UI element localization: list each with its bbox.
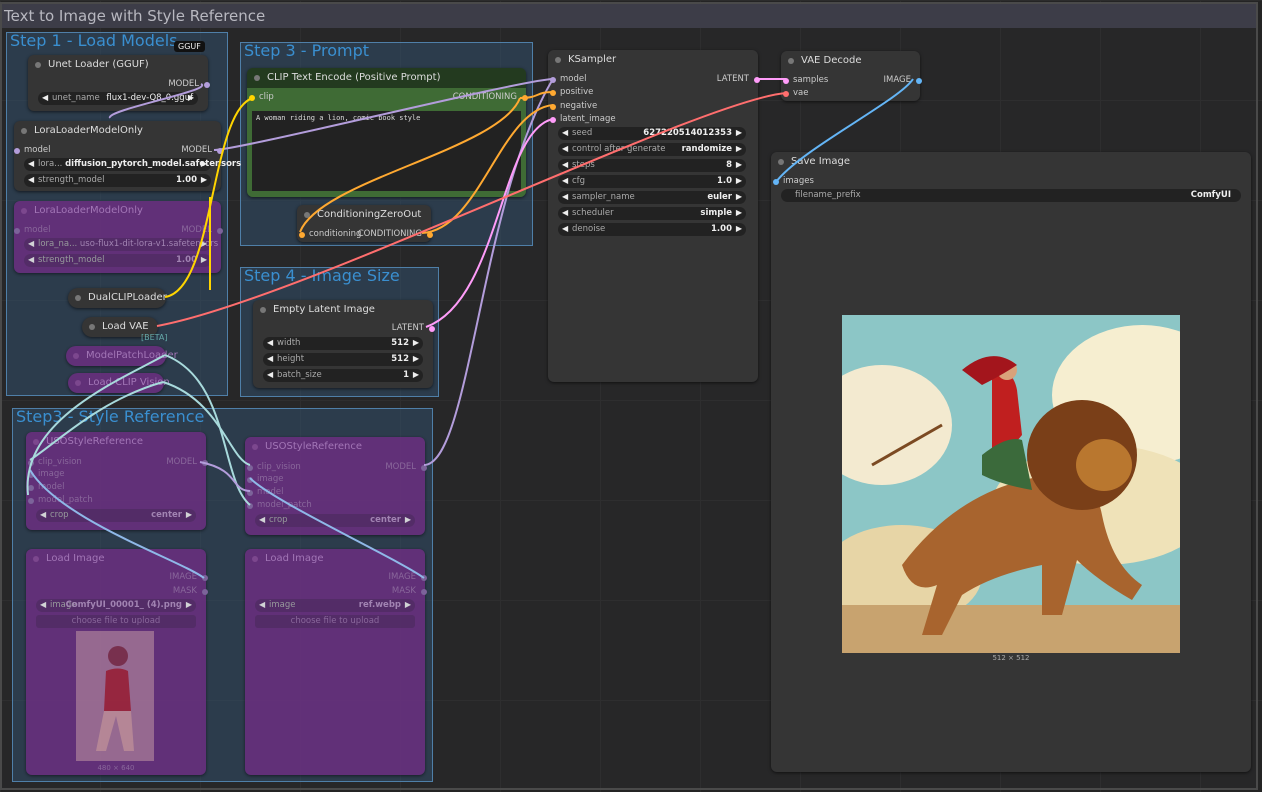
gguf-badge: GGUF	[174, 41, 205, 52]
input-negative[interactable]: negative	[550, 101, 597, 113]
group-step1-title: Step 1 - Load Models	[10, 31, 178, 50]
unet-name-widget[interactable]: ◀ unet_name flux1-dev-Q8_0.gguf ▶	[38, 92, 198, 105]
output-model[interactable]: MODEL	[385, 462, 427, 474]
output-conditioning[interactable]: CONDITIONING	[358, 229, 433, 241]
node-clip-text-encode[interactable]: CLIP Text Encode (Positive Prompt) clip …	[247, 68, 528, 197]
input-clip[interactable]: clip	[249, 92, 274, 104]
strength-model-widget[interactable]: ◀ strength_model 1.00 ▶	[24, 254, 211, 267]
output-mask[interactable]: MASK	[173, 586, 208, 598]
width-widget[interactable]: ◀ width 512 ▶	[263, 337, 423, 350]
choose-file-button[interactable]: choose file to upload	[36, 615, 196, 628]
node-dual-clip-loader[interactable]: DualCLIPLoader	[68, 288, 167, 308]
input-images[interactable]: images	[773, 176, 814, 188]
height-widget[interactable]: ◀ height 512 ▶	[263, 353, 423, 366]
input-model[interactable]: model	[14, 145, 50, 157]
choose-file-button[interactable]: choose file to upload	[255, 615, 415, 628]
node-load-image-1[interactable]: Load Image IMAGE MASK ◀ image ComfyUI_0000…	[26, 549, 208, 775]
input-image[interactable]: image	[28, 469, 64, 481]
node-title[interactable]: Unet Loader (GGUF)	[28, 55, 208, 75]
lora-name-widget[interactable]: ◀ lora... diffusion_pytorch_model.safeten…	[24, 158, 241, 171]
input-model-patch[interactable]: model_patch	[247, 500, 312, 512]
input-vae[interactable]: vae	[783, 88, 808, 100]
control-after-generate-widget[interactable]: ◀ control after generate randomize ▶	[558, 143, 746, 156]
output-model[interactable]: MODEL	[181, 225, 223, 237]
output-model[interactable]: MODEL	[181, 145, 223, 157]
image-size-caption: 480 × 640	[97, 764, 135, 772]
output-image[interactable]: IMAGE	[170, 572, 208, 584]
denoise-widget[interactable]: ◀ denoise 1.00 ▶	[558, 223, 746, 236]
output-model[interactable]: MODEL	[168, 79, 210, 91]
group-step3-prompt-title: Step 3 - Prompt	[244, 41, 370, 60]
woman-portrait-thumbnail	[76, 631, 154, 761]
lion-rider-illustration	[842, 315, 1180, 653]
image-select-widget[interactable]: ◀ image ComfyUI_00001_ (4).png ▶	[36, 599, 196, 612]
filename-prefix-widget[interactable]: filename_prefix ComfyUI	[781, 189, 1241, 202]
output-image[interactable]: IMAGE	[884, 75, 922, 87]
node-model-patch-loader[interactable]: ModelPatchLoader	[66, 346, 178, 366]
group-step3-style-title: Step3 - Style Reference	[16, 407, 205, 426]
seed-widget[interactable]: ◀ seed 627220514012353 ▶	[558, 127, 746, 140]
node-uso-style-reference-1[interactable]: USOStyleReference clip_vision MODEL imag…	[26, 432, 208, 530]
input-model[interactable]: model	[28, 482, 64, 494]
steps-widget[interactable]: ◀ steps 8 ▶	[558, 159, 746, 172]
prompt-textarea[interactable]: A woman riding a lion, comic book style	[252, 111, 521, 191]
input-conditioning[interactable]: conditioning	[299, 229, 361, 241]
node-load-image-2[interactable]: Load Image IMAGE MASK ◀ image ref.webp ▶ ch…	[245, 549, 427, 775]
strength-model-widget[interactable]: ◀ strength_model 1.00 ▶	[24, 174, 211, 187]
group-step4-title: Step 4 - Image Size	[244, 266, 400, 285]
scheduler-widget[interactable]: ◀ scheduler simple ▶	[558, 207, 746, 220]
slot-dot	[204, 82, 210, 88]
output-conditioning[interactable]: CONDITIONING	[453, 92, 528, 104]
beta-tag: [BETA]	[141, 333, 168, 342]
node-uso-style-reference-2[interactable]: USOStyleReference clip_vision MODEL imag…	[245, 437, 427, 535]
output-image[interactable]: IMAGE	[389, 572, 427, 584]
collapse-dot[interactable]	[35, 62, 41, 68]
output-latent[interactable]: LATENT	[392, 323, 435, 335]
input-model-patch[interactable]: model_patch	[28, 495, 93, 507]
crop-widget[interactable]: ◀ crop center ▶	[36, 509, 196, 522]
input-model[interactable]: model	[247, 487, 283, 499]
node-empty-latent-image[interactable]: Empty Latent Image LATENT ◀ width 512 ▶ ◀ he…	[253, 300, 435, 388]
crop-widget[interactable]: ◀ crop center ▶	[255, 514, 415, 527]
sampler-name-widget[interactable]: ◀ sampler_name euler ▶	[558, 191, 746, 204]
reference-image-preview[interactable]	[76, 631, 154, 761]
input-positive[interactable]: positive	[550, 87, 593, 99]
node-lora-loader-bypassed[interactable]: LoraLoaderModelOnly model MODEL ◀ lora_na…	[14, 201, 223, 273]
input-model[interactable]: model	[550, 74, 586, 86]
node-conditioning-zero-out[interactable]: ConditioningZeroOut conditioning CONDITI…	[297, 205, 433, 242]
input-image[interactable]: image	[247, 474, 283, 486]
image-size-caption: 512 × 512	[992, 654, 1030, 662]
workflow-title: Text to Image with Style Reference	[2, 4, 1256, 28]
output-latent[interactable]: LATENT	[717, 74, 760, 86]
lora-name-widget[interactable]: ◀ lora_na... uso-flux1-dit-lora-v1.safete…	[24, 238, 218, 251]
input-latent-image[interactable]: latent_image	[550, 114, 616, 126]
input-model[interactable]: model	[14, 225, 50, 237]
cfg-widget[interactable]: ◀ cfg 1.0 ▶	[558, 175, 746, 188]
output-mask[interactable]: MASK	[392, 586, 427, 598]
output-preview-image[interactable]	[842, 315, 1180, 653]
input-samples[interactable]: samples	[783, 75, 828, 87]
batch-size-widget[interactable]: ◀ batch_size 1 ▶	[263, 369, 423, 382]
node-ksampler[interactable]: KSampler model LATENT positive negative …	[548, 50, 760, 382]
node-unet-loader[interactable]: Unet Loader (GGUF) MODEL ◀ unet_name flux…	[28, 55, 210, 111]
node-load-clip-vision[interactable]: Load CLIP Vision	[68, 373, 170, 393]
node-vae-decode[interactable]: VAE Decode samples IMAGE vae	[781, 51, 922, 101]
input-clip-vision[interactable]: clip_vision	[247, 462, 301, 474]
image-select-widget[interactable]: ◀ image ref.webp ▶	[255, 599, 415, 612]
node-save-image[interactable]: Save Image images filename_prefix ComfyUI…	[771, 152, 1251, 772]
input-clip-vision[interactable]: clip_vision	[28, 457, 82, 469]
output-model[interactable]: MODEL	[166, 457, 208, 469]
node-lora-loader[interactable]: LoraLoaderModelOnly model MODEL ◀ lora...…	[14, 121, 241, 191]
